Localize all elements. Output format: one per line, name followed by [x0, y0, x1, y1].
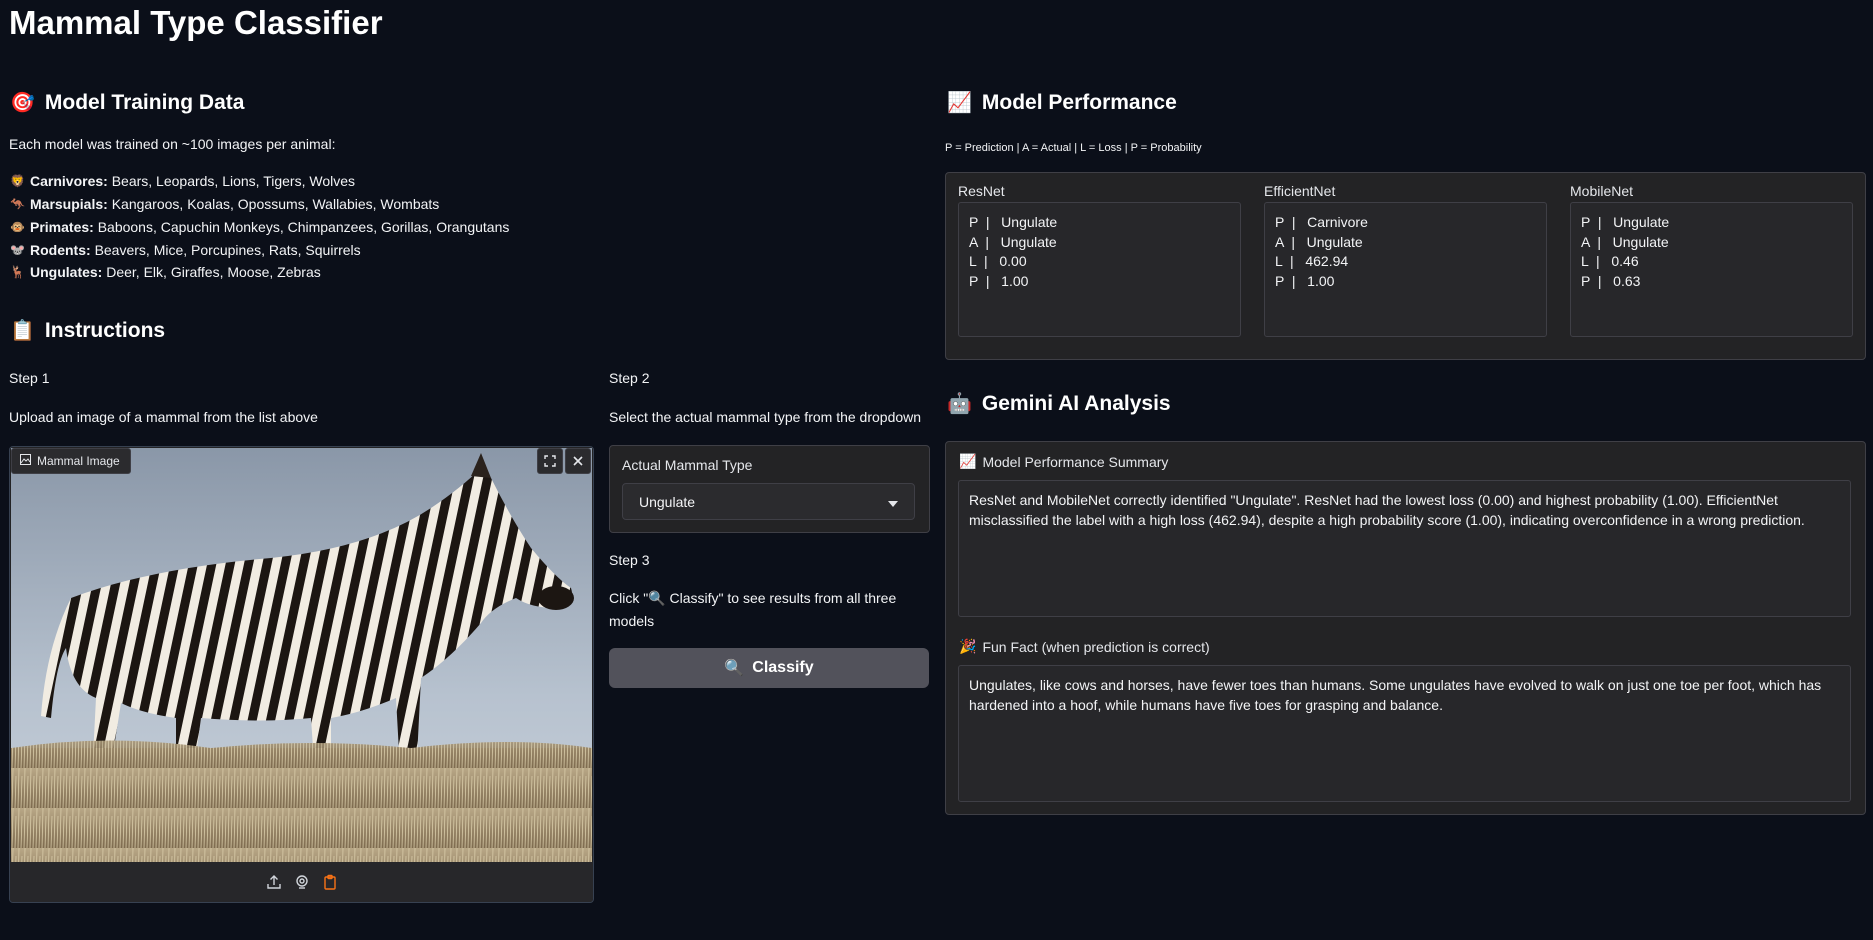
- list-item: 🦁 Carnivores: Bears, Leopards, Lions, Ti…: [10, 173, 356, 189]
- mammal-type-dropdown-panel: Actual Mammal Type Ungulate: [609, 445, 930, 533]
- instructions-heading: 📋 Instructions: [10, 318, 166, 343]
- step2-text: Select the actual mammal type from the d…: [609, 409, 922, 425]
- clipboard-icon: 📋: [10, 320, 35, 342]
- image-source-toolbar: [10, 862, 593, 902]
- training-intro: Each model was trained on ~100 images pe…: [9, 136, 336, 152]
- model-result-card: P | Ungulate A | Ungulate L | 0.00 P | 1…: [958, 202, 1241, 337]
- step2-label: Step 2: [609, 370, 650, 386]
- deer-icon: 🦌: [10, 265, 25, 279]
- party-popper-icon: 🎉: [959, 638, 977, 654]
- kangaroo-icon: 🦘: [10, 197, 25, 211]
- model-resnet: ResNet: [958, 183, 1005, 199]
- summary-label: 📈 Model Performance Summary: [959, 453, 1169, 470]
- mouse-icon: 🐭: [10, 243, 25, 257]
- target-icon: 🎯: [10, 92, 35, 114]
- image-toolbar: [537, 448, 591, 474]
- gemini-analysis-panel: 📈 Model Performance Summary ResNet and M…: [945, 441, 1866, 815]
- zebra-photo: [11, 448, 592, 862]
- step1-label: Step 1: [9, 370, 50, 386]
- close-icon[interactable]: [565, 448, 591, 474]
- classify-button[interactable]: 🔍 Classify: [609, 648, 929, 688]
- gemini-heading: 🤖 Gemini AI Analysis: [947, 391, 1171, 416]
- lion-icon: 🦁: [10, 174, 25, 188]
- chart-increasing-icon: 📈: [947, 92, 972, 114]
- list-item: 🐵 Primates: Baboons, Capuchin Monkeys, C…: [10, 219, 510, 235]
- clipboard-paste-icon[interactable]: [321, 873, 339, 891]
- fun-fact-label: 🎉 Fun Fact (when prediction is correct): [959, 638, 1210, 655]
- monkey-icon: 🐵: [10, 220, 25, 234]
- chevron-down-icon: [888, 494, 898, 510]
- image-upload-panel[interactable]: Mammal Image: [9, 446, 594, 903]
- dropdown-label: Actual Mammal Type: [622, 457, 753, 473]
- summary-textbox[interactable]: ResNet and MobileNet correctly identifie…: [958, 480, 1851, 617]
- training-heading: 🎯 Model Training Data: [10, 90, 245, 115]
- performance-heading: 📈 Model Performance: [947, 90, 1177, 115]
- step3-text: Click "🔍 Classify" to see results from a…: [609, 590, 897, 606]
- model-efficientnet: EfficientNet: [1264, 183, 1336, 199]
- step3-label: Step 3: [609, 552, 650, 568]
- fun-fact-textbox[interactable]: Ungulates, like cows and horses, have fe…: [958, 665, 1851, 802]
- mammal-type-select[interactable]: Ungulate: [622, 483, 915, 520]
- list-item: 🦘 Marsupials: Kangaroos, Koalas, Opossum…: [10, 196, 440, 212]
- image-icon: [20, 454, 31, 468]
- robot-icon: 🤖: [947, 393, 972, 415]
- chart-increasing-icon: 📈: [959, 453, 977, 469]
- upload-icon[interactable]: [265, 873, 283, 891]
- model-mobilenet: MobileNet: [1570, 183, 1634, 199]
- list-item: 🐭 Rodents: Beavers, Mice, Porcupines, Ra…: [10, 242, 361, 258]
- step1-text: Upload an image of a mammal from the lis…: [9, 409, 318, 425]
- magnifier-icon: 🔍: [724, 660, 745, 677]
- image-label-badge: Mammal Image: [11, 448, 131, 474]
- model-performance-panel: ResNet P | Ungulate A | Ungulate L | 0.0…: [945, 172, 1866, 360]
- fullscreen-icon[interactable]: [537, 448, 563, 474]
- list-item: 🦌 Ungulates: Deer, Elk, Giraffes, Moose,…: [10, 264, 321, 280]
- performance-legend: P = Prediction | A = Actual | L = Loss |…: [945, 142, 1202, 154]
- webcam-icon[interactable]: [293, 873, 311, 891]
- step3-text-cont: models: [609, 613, 655, 629]
- model-result-card: P | Ungulate A | Ungulate L | 0.46 P | 0…: [1570, 202, 1853, 337]
- page-title: Mammal Type Classifier: [9, 4, 383, 41]
- model-result-card: P | Carnivore A | Ungulate L | 462.94 P …: [1264, 202, 1547, 337]
